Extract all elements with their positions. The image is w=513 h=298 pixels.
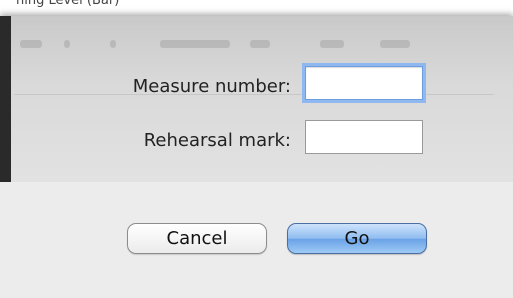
rehearsal-mark-input[interactable] xyxy=(305,120,423,154)
measure-number-label: Measure number: xyxy=(132,76,291,97)
go-to-dialog: Measure number: Rehearsal mark: Cancel G… xyxy=(0,16,513,298)
measure-number-row: Measure number: xyxy=(0,66,513,106)
dialog-form-area: Measure number: Rehearsal mark: xyxy=(0,16,513,182)
rehearsal-mark-label: Rehearsal mark: xyxy=(143,130,291,151)
measure-number-input[interactable] xyxy=(305,66,423,100)
rehearsal-mark-row: Rehearsal mark: xyxy=(0,120,513,160)
background-window-title: ning Level (Bar) xyxy=(0,0,513,16)
background-window-title-text: ning Level (Bar) xyxy=(16,0,120,8)
go-button[interactable]: Go xyxy=(287,223,427,254)
cancel-button[interactable]: Cancel xyxy=(127,223,267,254)
ghost-toolbar-icons xyxy=(20,34,460,56)
